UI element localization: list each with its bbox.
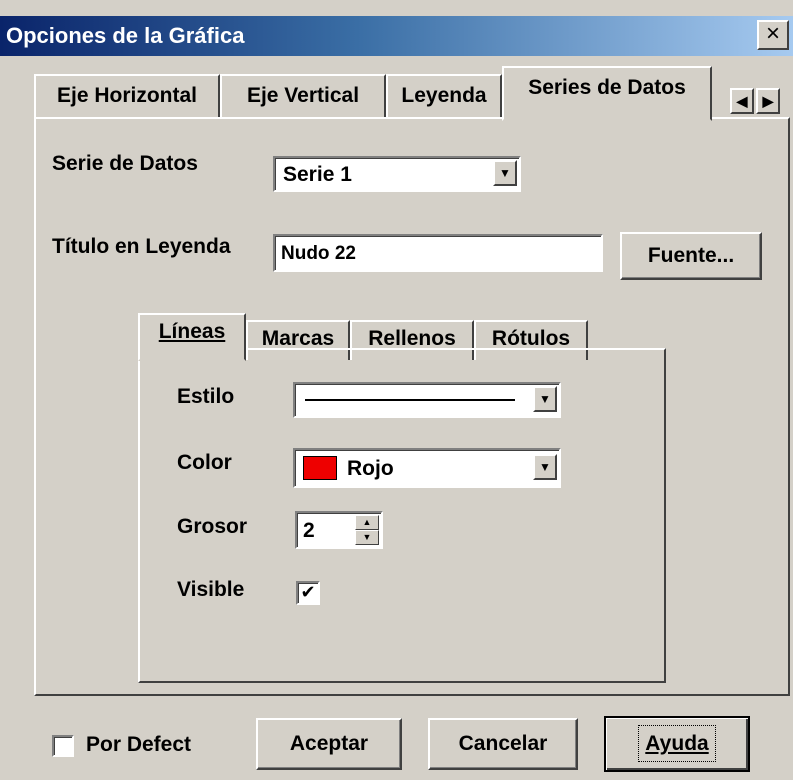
tab-label: Líneas — [158, 320, 226, 343]
arrow-left-icon: ◀ — [736, 93, 748, 109]
chevron-down-icon[interactable]: ▼ — [533, 454, 557, 480]
default-checkbox[interactable] — [52, 735, 74, 757]
series-select[interactable]: Serie 1 ▼ — [273, 156, 521, 192]
solid-line-sample — [305, 399, 515, 401]
tab-label: Series de Datos — [528, 76, 686, 99]
help-label: Ayuda — [638, 725, 716, 762]
legend-title-label: Título en Leyenda — [52, 235, 231, 258]
visible-checkbox[interactable]: ✔ — [296, 581, 320, 605]
help-button[interactable]: Ayuda — [604, 716, 750, 772]
cancel-button[interactable]: Cancelar — [428, 718, 578, 770]
chevron-down-icon[interactable]: ▼ — [533, 386, 557, 412]
default-label: Por Defect — [86, 733, 192, 756]
tab-eje-vertical[interactable]: Eje Vertical — [220, 74, 386, 118]
legend-title-input[interactable]: Nudo 22 — [273, 234, 603, 272]
accept-button[interactable]: Aceptar — [256, 718, 402, 770]
tab-label: Rótulos — [491, 327, 571, 350]
tab-leyenda[interactable]: Leyenda — [386, 74, 502, 118]
tab-label: Marcas — [261, 327, 335, 350]
line-style-select[interactable]: ▼ — [293, 382, 561, 418]
tab-lineas[interactable]: Líneas — [138, 313, 246, 361]
visible-label: Visible — [177, 578, 245, 601]
spin-down-icon[interactable]: ▼ — [355, 530, 379, 545]
font-button-label: Fuente... — [647, 244, 735, 267]
tab-label: Eje Horizontal — [56, 84, 198, 107]
color-label: Color — [177, 451, 232, 474]
style-label: Estilo — [177, 385, 235, 408]
font-button[interactable]: Fuente... — [620, 232, 762, 280]
tab-scroll-right-button[interactable]: ▶ — [756, 88, 780, 114]
thickness-label: Grosor — [177, 515, 248, 538]
spin-up-icon[interactable]: ▲ — [355, 515, 379, 530]
tab-label: Leyenda — [401, 84, 487, 107]
arrow-right-icon: ▶ — [762, 93, 774, 109]
accept-label: Aceptar — [289, 732, 369, 755]
series-selected-value: Serie 1 — [283, 163, 352, 186]
tab-label: Rellenos — [368, 327, 456, 350]
window-title: Opciones de la Gráfica — [6, 23, 245, 48]
color-swatch — [303, 456, 337, 480]
series-label: Serie de Datos — [52, 152, 198, 175]
tab-series-de-datos[interactable]: Series de Datos — [502, 66, 712, 121]
close-button[interactable]: × — [757, 20, 789, 50]
cancel-label: Cancelar — [458, 732, 548, 755]
color-value: Rojo — [347, 457, 394, 480]
checkmark-icon: ✔ — [300, 582, 316, 602]
tab-scroll-left-button[interactable]: ◀ — [730, 88, 754, 114]
tab-label: Eje Vertical — [246, 84, 360, 107]
chevron-down-icon[interactable]: ▼ — [493, 160, 517, 186]
thickness-spinner[interactable]: 2 ▲ ▼ — [295, 511, 383, 549]
color-select[interactable]: Rojo ▼ — [293, 448, 561, 488]
tab-eje-horizontal[interactable]: Eje Horizontal — [34, 74, 220, 118]
legend-title-value: Nudo 22 — [281, 243, 356, 264]
thickness-value: 2 — [303, 519, 315, 542]
